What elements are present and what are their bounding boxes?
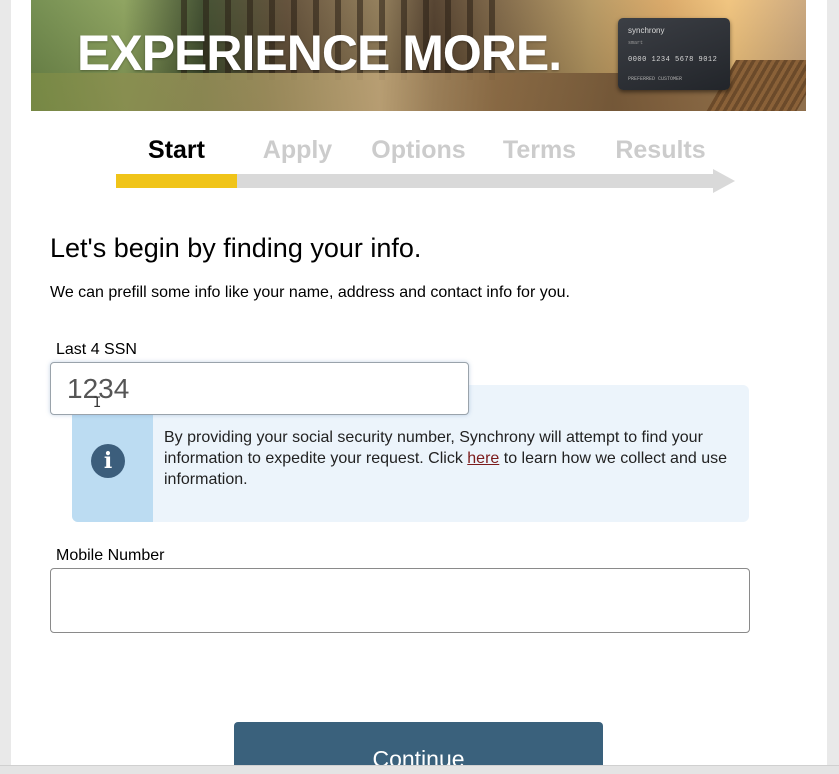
ssn-label: Last 4 SSN <box>56 341 137 358</box>
page: EXPERIENCE MORE. synchrony smart 0000 12… <box>11 0 827 765</box>
progress-fill <box>116 174 237 188</box>
step-start: Start <box>148 136 205 164</box>
learn-more-link[interactable]: here <box>467 450 499 467</box>
page-title: Let's begin by finding your info. <box>50 233 422 263</box>
step-apply: Apply <box>262 136 333 164</box>
progress-bar <box>116 169 736 193</box>
progress-arrow <box>713 169 735 193</box>
promo-banner: EXPERIENCE MORE. synchrony smart 0000 12… <box>31 0 806 111</box>
credit-card-image: synchrony smart 0000 1234 5678 9012 PREF… <box>618 18 730 90</box>
card-chip-text: smart <box>628 40 644 46</box>
page-subtitle: We can prefill some info like your name,… <box>50 284 570 301</box>
card-number: 0000 1234 5678 9012 <box>628 56 718 64</box>
info-icon: i <box>91 444 125 478</box>
banner-headline: EXPERIENCE MORE. <box>77 25 562 81</box>
mobile-number-input[interactable] <box>50 568 750 633</box>
step-options: Options <box>371 136 466 164</box>
ssn-input[interactable] <box>50 362 469 415</box>
continue-button[interactable]: Continue <box>234 722 603 765</box>
step-results: Results <box>615 136 706 164</box>
step-terms: Terms <box>502 136 577 164</box>
text-cursor-icon: I <box>93 395 102 411</box>
progress-steps: Start Apply Options Terms Results <box>116 136 736 166</box>
card-brand: synchrony <box>628 26 665 35</box>
card-holder: PREFERRED CUSTOMER <box>628 76 683 82</box>
mobile-label: Mobile Number <box>56 547 165 564</box>
ssn-info-text: By providing your social security number… <box>164 429 727 488</box>
